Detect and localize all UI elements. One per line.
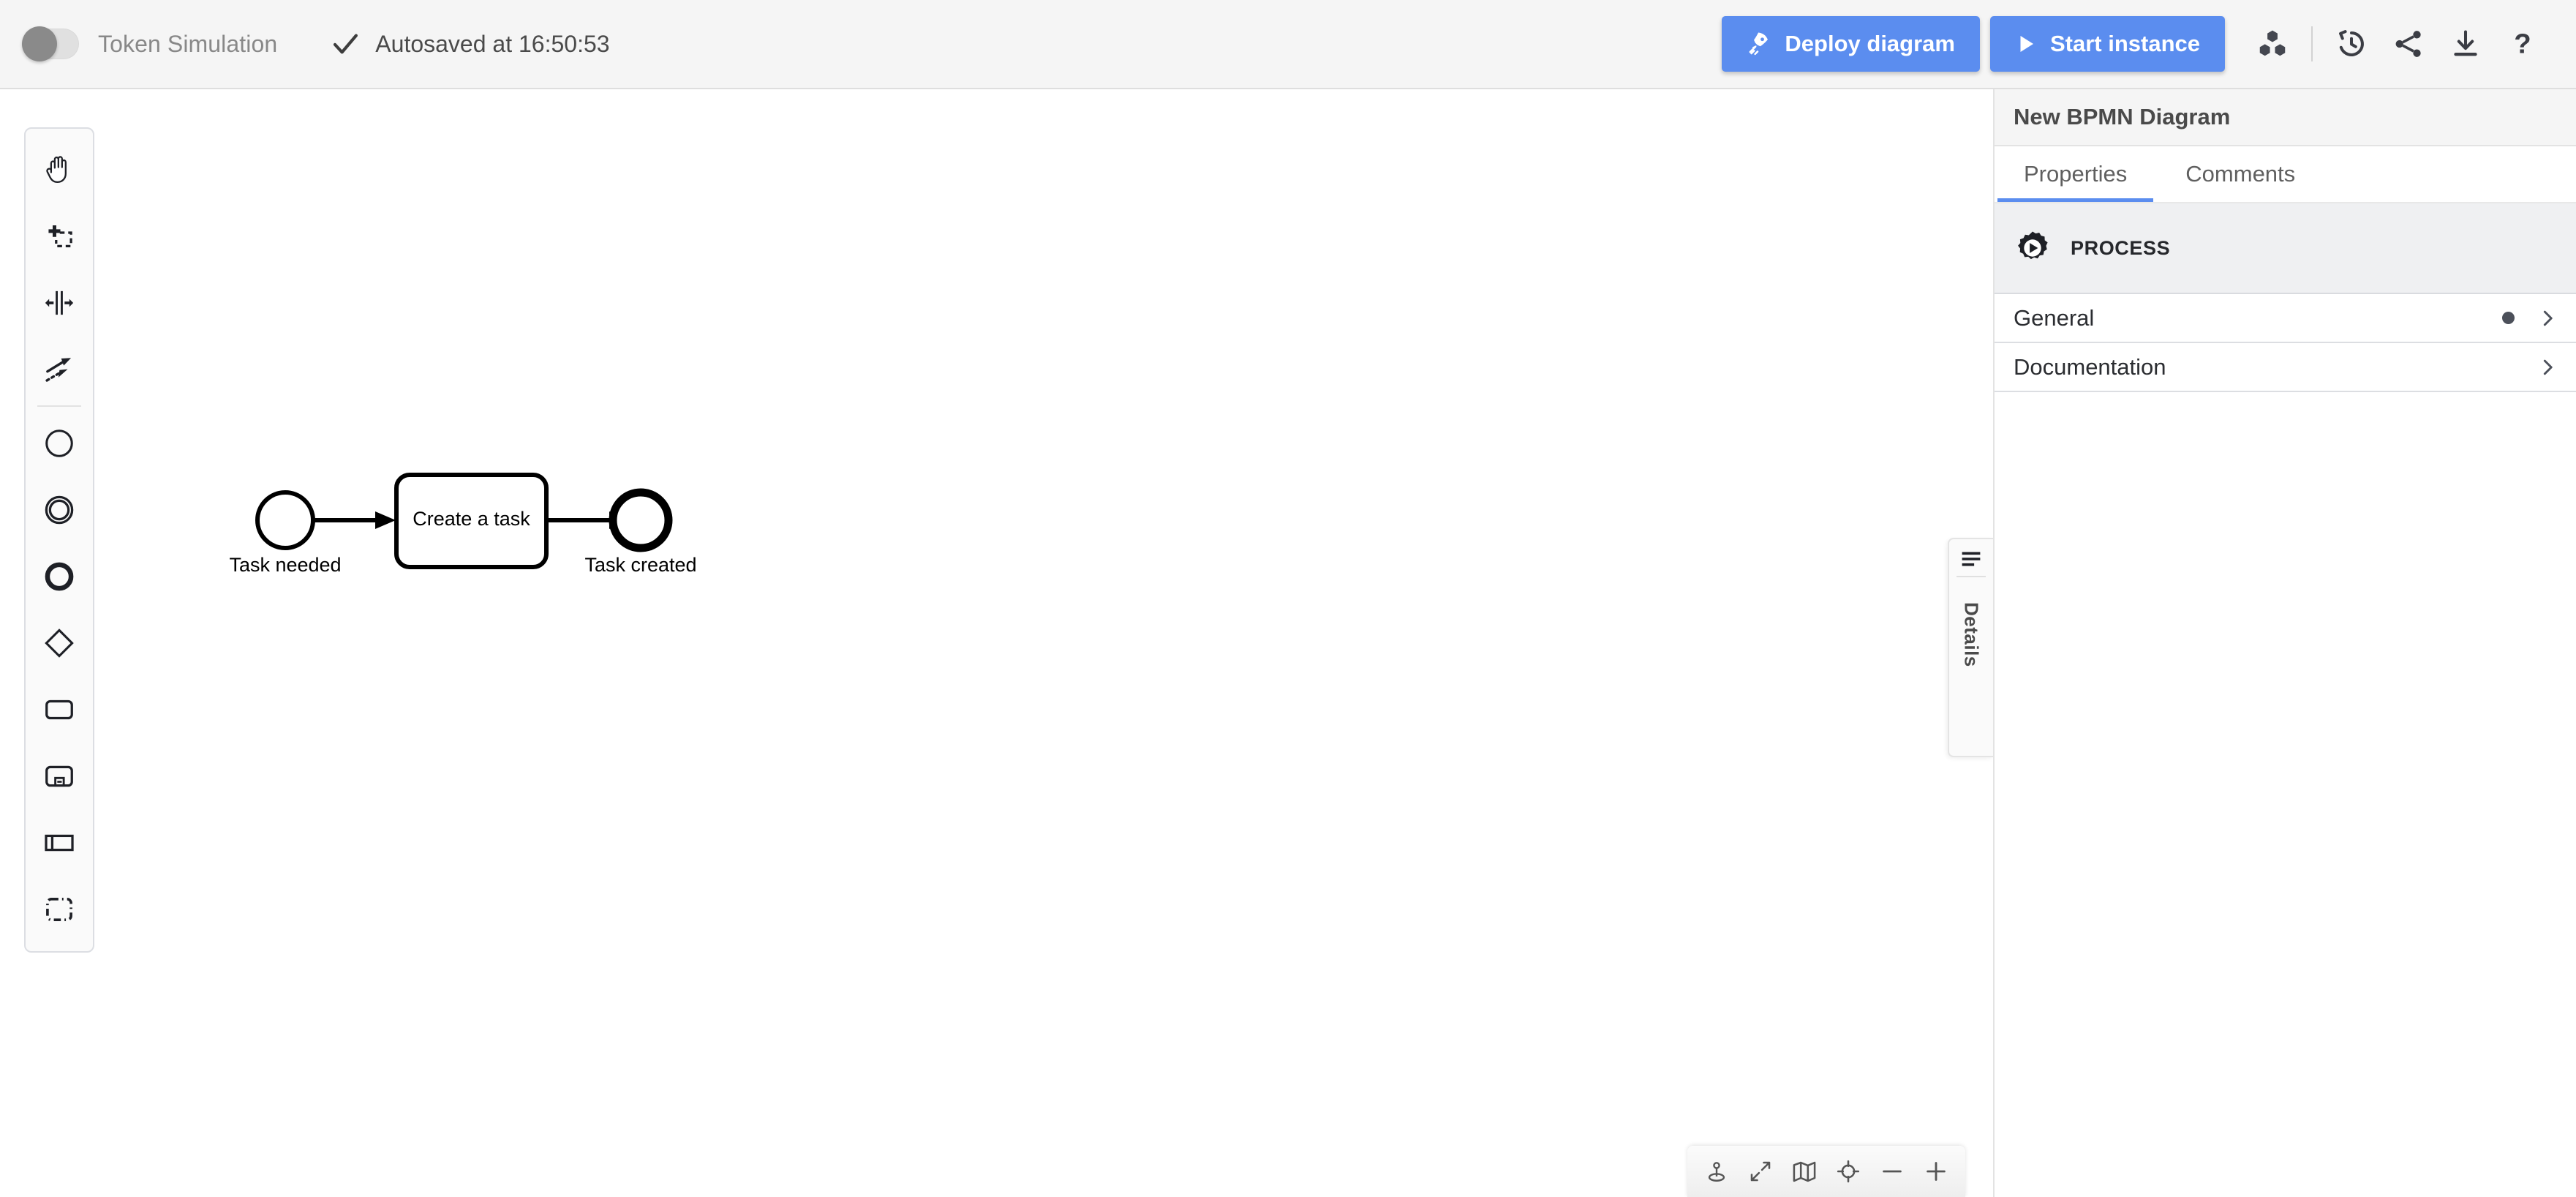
header-actions: Deploy diagram Start instance ? xyxy=(1722,15,2576,72)
panel-title-bar: New BPMN Diagram xyxy=(1995,89,2576,146)
process-group-header: PROCESS xyxy=(1995,203,2576,294)
token-simulation-label: Token Simulation xyxy=(98,30,278,57)
autosave-status: Autosaved at 16:50:53 xyxy=(330,29,610,59)
property-row-general[interactable]: General xyxy=(1995,294,2576,343)
history-icon xyxy=(2339,30,2364,56)
page-title: New BPMN Diagram xyxy=(2014,104,2231,130)
chevron-right-icon xyxy=(2543,310,2553,326)
details-tab[interactable]: Details xyxy=(1948,538,1993,757)
tab-comments[interactable]: Comments xyxy=(2156,146,2324,202)
property-row-general-label: General xyxy=(2014,304,2095,331)
tab-comments-label: Comments xyxy=(2185,161,2296,187)
start-instance-label: Start instance xyxy=(2049,31,2200,56)
reset-zoom-button[interactable] xyxy=(1829,1152,1867,1190)
zoom-in-button[interactable] xyxy=(1917,1152,1955,1190)
pin-tool-button[interactable] xyxy=(1698,1152,1736,1190)
plus-icon xyxy=(1927,1162,1946,1181)
share-icon-button[interactable] xyxy=(2380,15,2437,72)
cluster-icon xyxy=(2259,30,2286,56)
svg-text:?: ? xyxy=(2514,28,2531,59)
cluster-icon-button[interactable] xyxy=(2244,15,2301,72)
header-left-group: Token Simulation Autosaved at 16:50:53 xyxy=(0,26,610,61)
download-icon xyxy=(2454,30,2477,56)
share-icon xyxy=(2395,31,2421,57)
crosshair-icon xyxy=(1837,1160,1860,1183)
process-group-label: PROCESS xyxy=(2071,236,2171,259)
details-tab-divider xyxy=(1957,576,1986,577)
property-row-documentation[interactable]: Documentation xyxy=(1995,343,2576,392)
history-icon-button[interactable] xyxy=(2323,15,2380,72)
minus-icon xyxy=(1883,1170,1902,1173)
end-event-label: Task created xyxy=(584,554,697,576)
canvas-toolbar xyxy=(1687,1146,1965,1197)
start-event-shape[interactable] xyxy=(255,490,315,550)
download-icon-button[interactable] xyxy=(2437,15,2494,72)
panel-tabs: Properties Comments xyxy=(1995,146,2576,203)
toggle-knob xyxy=(22,26,57,61)
property-row-general-right xyxy=(2502,309,2557,328)
lines-icon xyxy=(1962,552,1981,566)
status-badge xyxy=(2502,312,2515,324)
check-icon xyxy=(334,34,358,54)
expand-arrows-icon xyxy=(1750,1161,1771,1182)
start-event-label: Task needed xyxy=(229,554,342,576)
app-header: Token Simulation Autosaved at 16:50:53 D… xyxy=(0,0,2576,89)
end-event-shape[interactable] xyxy=(609,488,673,552)
tab-properties-label: Properties xyxy=(2024,161,2128,187)
token-simulation-toggle[interactable] xyxy=(22,26,79,61)
bpmn-canvas[interactable]: Task needed Create a task Task created D… xyxy=(0,89,1993,1197)
header-divider xyxy=(2311,26,2313,61)
start-instance-button[interactable]: Start instance xyxy=(1989,16,2225,72)
property-row-documentation-label: Documentation xyxy=(2014,353,2166,380)
fit-viewport-button[interactable] xyxy=(1741,1152,1780,1190)
properties-panel: New BPMN Diagram Properties Comments PRO… xyxy=(1993,89,2576,1197)
rocket-icon xyxy=(1749,32,1769,56)
chevron-right-icon xyxy=(2543,359,2553,375)
map-icon xyxy=(1793,1161,1816,1182)
pin-icon xyxy=(1708,1162,1725,1182)
deploy-diagram-label: Deploy diagram xyxy=(1785,31,1955,56)
play-icon xyxy=(2020,36,2033,52)
property-row-documentation-right xyxy=(2538,358,2557,377)
toggle-minimap-button[interactable] xyxy=(1785,1152,1823,1190)
tab-properties[interactable]: Properties xyxy=(1995,146,2156,202)
sequence-flow-1[interactable] xyxy=(313,511,396,529)
zoom-out-button[interactable] xyxy=(1873,1152,1911,1190)
details-tab-label: Details xyxy=(1960,602,1983,667)
task-label: Create a task xyxy=(413,508,530,530)
autosave-text: Autosaved at 16:50:53 xyxy=(375,30,610,57)
help-icon-button[interactable]: ? xyxy=(2494,15,2551,72)
deploy-diagram-button[interactable]: Deploy diagram xyxy=(1722,16,1980,72)
bpmn-diagram[interactable] xyxy=(0,89,1993,1197)
process-gear-icon xyxy=(2018,231,2048,260)
help-icon: ? xyxy=(2514,28,2531,59)
